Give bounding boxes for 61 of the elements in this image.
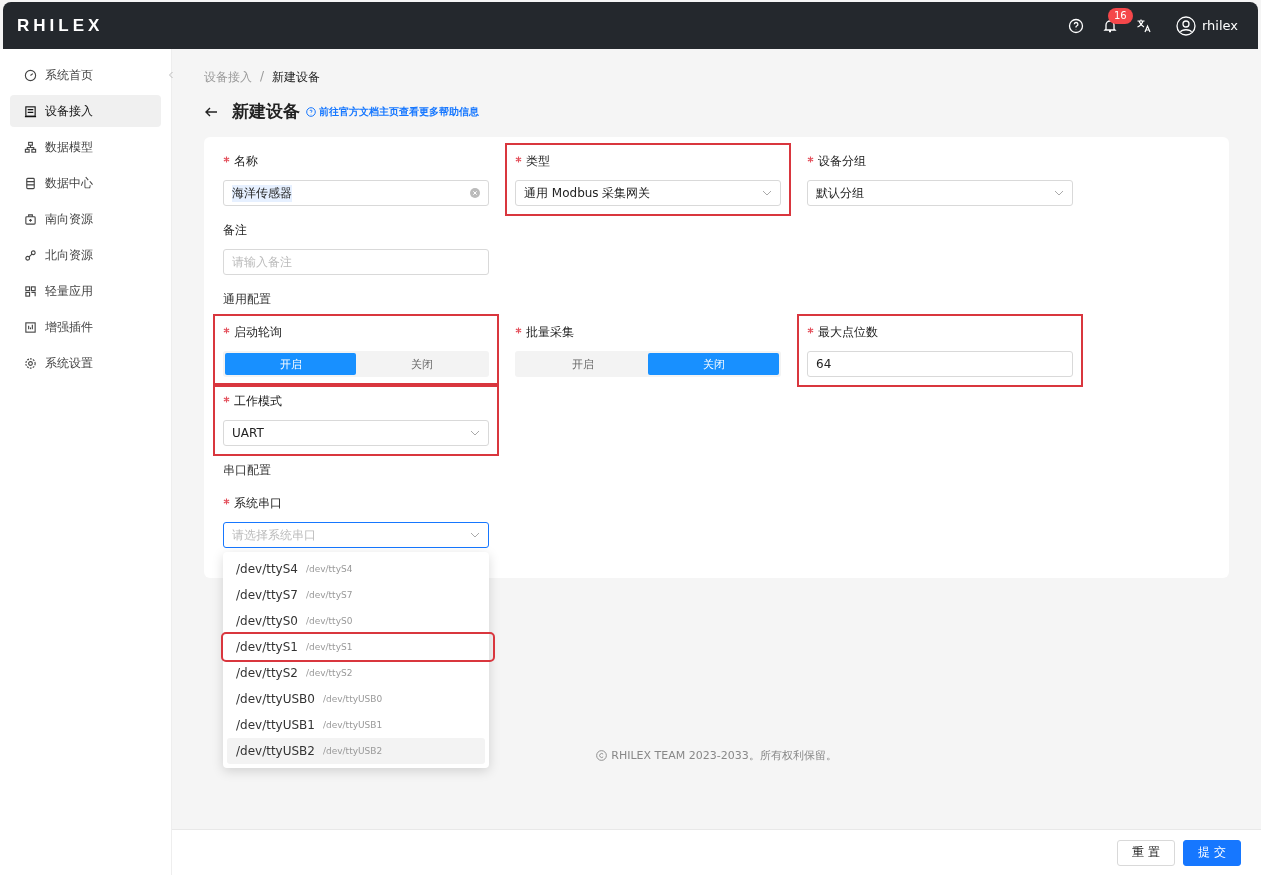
select-field[interactable]: 通用 Modbus 采集网关 xyxy=(515,180,781,206)
segment-option[interactable]: 开启 xyxy=(517,353,648,375)
field-label: 设备分组 xyxy=(818,153,866,170)
chevron-down-icon xyxy=(470,530,480,540)
dropdown-option[interactable]: /dev/ttyS0 /dev/ttyS0 xyxy=(227,608,485,634)
segment-option[interactable]: 关闭 xyxy=(356,353,487,375)
gear-icon xyxy=(24,356,37,370)
chevron-down-icon xyxy=(470,428,480,438)
field-label: 启动轮询 xyxy=(234,324,282,341)
notification-badge: 16 xyxy=(1107,7,1133,24)
dropdown-option[interactable]: /dev/ttyUSB1 /dev/ttyUSB1 xyxy=(227,712,485,738)
select-field[interactable]: UART xyxy=(223,420,489,446)
user-name[interactable]: rhilex xyxy=(1201,18,1238,33)
tree-icon xyxy=(24,140,37,154)
page-title: 新建设备 xyxy=(232,100,300,123)
reset-button[interactable]: 重 置 xyxy=(1117,839,1176,866)
breadcrumb-separator: / xyxy=(260,69,265,85)
breadcrumb-item: 新建设备 xyxy=(272,69,321,86)
chevron-down-icon xyxy=(1054,188,1064,198)
link-icon xyxy=(24,248,37,262)
sidebar-item[interactable]: 数据中心 xyxy=(10,167,161,199)
apps-icon xyxy=(24,284,37,298)
section-title: 通用配置 xyxy=(223,291,272,308)
dropdown-option[interactable]: /dev/ttyS2 /dev/ttyS2 xyxy=(227,660,485,686)
db-icon xyxy=(24,176,37,190)
help-link[interactable]: 前往官方文档主页查看更多帮助信息 xyxy=(306,104,479,119)
field-label: 批量采集 xyxy=(526,324,574,341)
help-icon[interactable] xyxy=(1067,17,1084,34)
section-title: 串口配置 xyxy=(223,462,272,479)
sidebar-item[interactable]: 系统设置 xyxy=(10,347,161,379)
field-label: 最大点位数 xyxy=(818,324,878,341)
chevron-down-icon xyxy=(762,188,772,198)
sidebar-item[interactable]: 南向资源 xyxy=(10,203,161,235)
field-label: 名称 xyxy=(234,153,258,170)
copyright-icon xyxy=(596,750,608,761)
logo: RHILEX xyxy=(17,15,104,36)
sidebar-item[interactable]: 数据模型 xyxy=(10,131,161,163)
help-icon xyxy=(306,106,316,117)
dropdown-option[interactable]: /dev/ttyS4 /dev/ttyS4 xyxy=(227,556,485,582)
field-label: 工作模式 xyxy=(234,393,282,410)
sidebar-item[interactable]: 轻量应用 xyxy=(10,275,161,307)
field-label: 备注 xyxy=(223,222,247,239)
text-input-field[interactable]: 海洋传感器 xyxy=(223,180,489,206)
field-label: 系统串口 xyxy=(234,495,282,512)
sidebar-item[interactable]: 增强插件 xyxy=(10,311,161,343)
user-avatar-icon[interactable] xyxy=(1175,15,1196,36)
sidebar-item[interactable]: 设备接入 xyxy=(10,95,161,127)
copyright-text: RHILEX TEAM 2023-2033。所有权利保留。 xyxy=(611,748,837,763)
dropdown-option[interactable]: /dev/ttyUSB2 /dev/ttyUSB2 xyxy=(227,738,485,764)
translate-icon[interactable] xyxy=(1135,17,1152,34)
submit-button[interactable]: 提 交 xyxy=(1183,839,1241,866)
sidebar-item[interactable]: 北向资源 xyxy=(10,239,161,271)
dropdown-option[interactable]: /dev/ttyS7 /dev/ttyS7 xyxy=(227,582,485,608)
gauge-icon xyxy=(24,68,37,82)
device-icon xyxy=(24,104,37,118)
dropdown-option[interactable]: /dev/ttyUSB0 /dev/ttyUSB0 xyxy=(227,686,485,712)
dropdown-option[interactable]: /dev/ttyS1 /dev/ttyS1 xyxy=(223,634,493,660)
text-input-field[interactable]: 64 xyxy=(807,351,1073,377)
select-field[interactable]: 默认分组 xyxy=(807,180,1073,206)
sidebar-item[interactable]: 系统首页 xyxy=(10,59,161,91)
field-label: 类型 xyxy=(526,153,550,170)
